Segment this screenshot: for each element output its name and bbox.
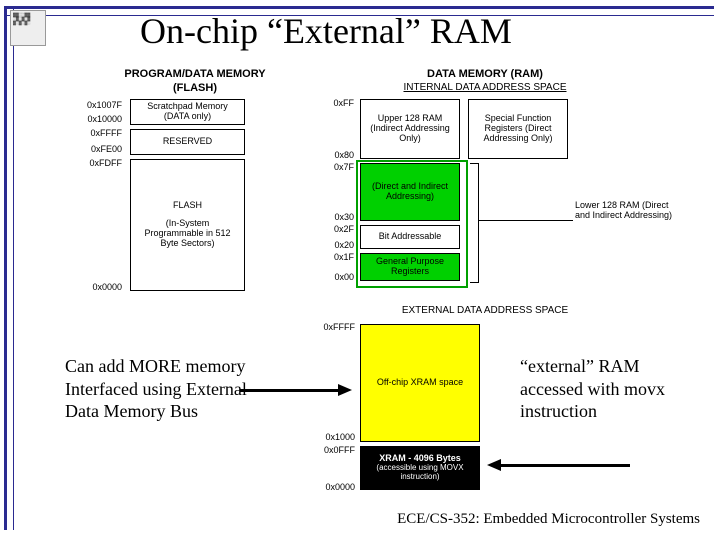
ram-addr: 0x80: [322, 150, 354, 160]
ram-addr: 0xFF: [322, 98, 354, 108]
ram-addr: 0x2F: [322, 224, 354, 234]
arrow-shaft: [500, 464, 630, 467]
ext-header: EXTERNAL DATA ADDRESS SPACE: [350, 305, 620, 316]
ram-addr: 0x00: [322, 272, 354, 282]
chip-icon: ▓▓░░▓▓░▓░▓░▓▓░▓░▓░: [10, 10, 46, 46]
flash-scratchpad: Scratchpad Memory (DATA only): [130, 99, 245, 125]
flash-reserved: RESERVED: [130, 129, 245, 155]
flash-addr: 0x0000: [78, 282, 122, 292]
flash-main-l1: FLASH: [173, 201, 202, 211]
arrow-left-icon: [487, 459, 501, 471]
ram-header: DATA MEMORY (RAM): [350, 68, 620, 80]
flash-subheader: (FLASH): [110, 82, 280, 94]
ext-addr: 0xFFFF: [313, 322, 355, 332]
ext-xram: XRAM - 4096 Bytes (accessible using MOVX…: [360, 446, 480, 490]
flash-scratchpad-l2: (DATA only): [164, 112, 211, 122]
ext-addr: 0x1000: [313, 432, 355, 442]
ram-mid: (Direct and Indirect Addressing): [360, 163, 460, 221]
arrow-right-icon: [338, 384, 352, 396]
ram-lower-label: Lower 128 RAM (Direct and Indirect Addre…: [575, 200, 675, 220]
ram-bit: Bit Addressable: [360, 225, 460, 249]
ram-addr: 0x20: [322, 240, 354, 250]
ram-subheader: INTERNAL DATA ADDRESS SPACE: [350, 82, 620, 93]
ram-bracket: [470, 163, 479, 283]
flash-main: FLASH (In-System Programmable in 512 Byt…: [130, 159, 245, 291]
flash-addr: 0xFDFF: [78, 158, 122, 168]
ram-bracket-line: [478, 220, 573, 221]
ram-addr: 0x7F: [322, 162, 354, 172]
ram-upper: Upper 128 RAM (Indirect Addressing Only): [360, 99, 460, 159]
slide-left-border: [4, 6, 14, 530]
footer: ECE/CS-352: Embedded Microcontroller Sys…: [397, 511, 700, 528]
flash-addr: 0x1007F: [78, 100, 122, 110]
flash-addr: 0xFFFF: [78, 128, 122, 138]
note-right: “external” RAM accessed with movx instru…: [520, 355, 690, 423]
flash-addr: 0xFE00: [78, 144, 122, 154]
flash-addr: 0x10000: [78, 114, 122, 124]
ext-addr: 0x0FFF: [313, 445, 355, 455]
ram-addr: 0x1F: [322, 252, 354, 262]
page-title: On-chip “External” RAM: [140, 10, 512, 52]
flash-main-l2: (In-System Programmable in 512 Byte Sect…: [143, 219, 233, 249]
ram-gpr: General Purpose Registers: [360, 253, 460, 281]
ram-addr: 0x30: [322, 212, 354, 222]
ext-xram-l2: (accessible using MOVX instruction): [363, 464, 477, 482]
ram-sfr: Special Function Registers (Direct Addre…: [468, 99, 568, 159]
ext-offchip: Off-chip XRAM space: [360, 324, 480, 442]
ext-addr: 0x0000: [313, 482, 355, 492]
flash-header: PROGRAM/DATA MEMORY: [110, 68, 280, 80]
arrow-shaft: [240, 389, 340, 392]
